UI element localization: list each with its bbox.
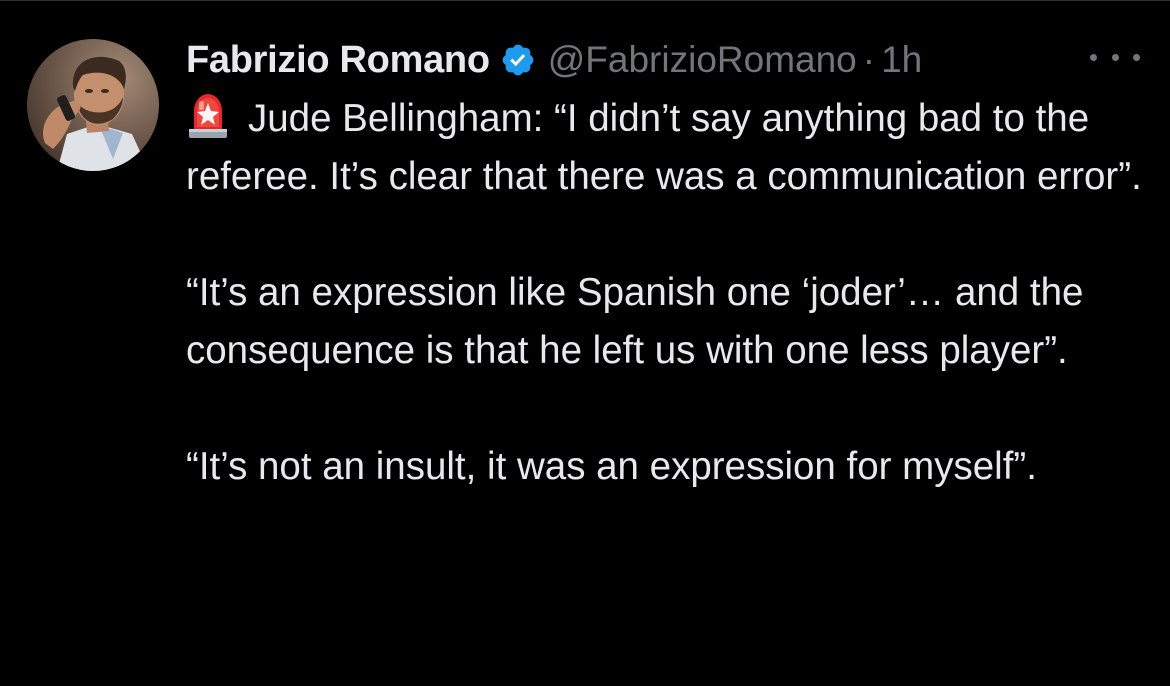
tweet-paragraph-2-text: “It’s an expression like Spanish one ‘jo… [186, 271, 1084, 372]
separator-dot: · [862, 39, 876, 80]
rotating-light-emoji-icon [186, 91, 230, 139]
dot-icon [1111, 53, 1119, 61]
tweet-timestamp[interactable]: 1h [881, 39, 922, 81]
tweet-paragraph: “It’s an expression like Spanish one ‘jo… [186, 264, 1151, 380]
tweet-header: Fabrizio Romano @FabrizioRomano · 1h [186, 38, 922, 82]
author-display-name[interactable]: Fabrizio Romano [186, 39, 490, 82]
verified-badge-icon [500, 42, 536, 78]
top-divider [0, 0, 1170, 1]
tweet-paragraph-1-text: Jude Bellingham: “I didn’t say anything … [186, 97, 1142, 198]
tweet-text: Jude Bellingham: “I didn’t say anything … [186, 90, 1151, 496]
dot-icon [1133, 53, 1140, 61]
author-handle[interactable]: @FabrizioRomano [548, 39, 857, 81]
tweet-paragraph: “It’s not an insult, it was an expressio… [186, 438, 1151, 496]
dot-icon [1090, 53, 1097, 61]
avatar[interactable] [27, 39, 159, 171]
tweet-paragraph: Jude Bellingham: “I didn’t say anything … [186, 90, 1151, 206]
more-options-icon[interactable] [1090, 42, 1140, 72]
profile-photo-icon [27, 39, 159, 171]
tweet-paragraph-3-text: “It’s not an insult, it was an expressio… [186, 445, 1037, 488]
